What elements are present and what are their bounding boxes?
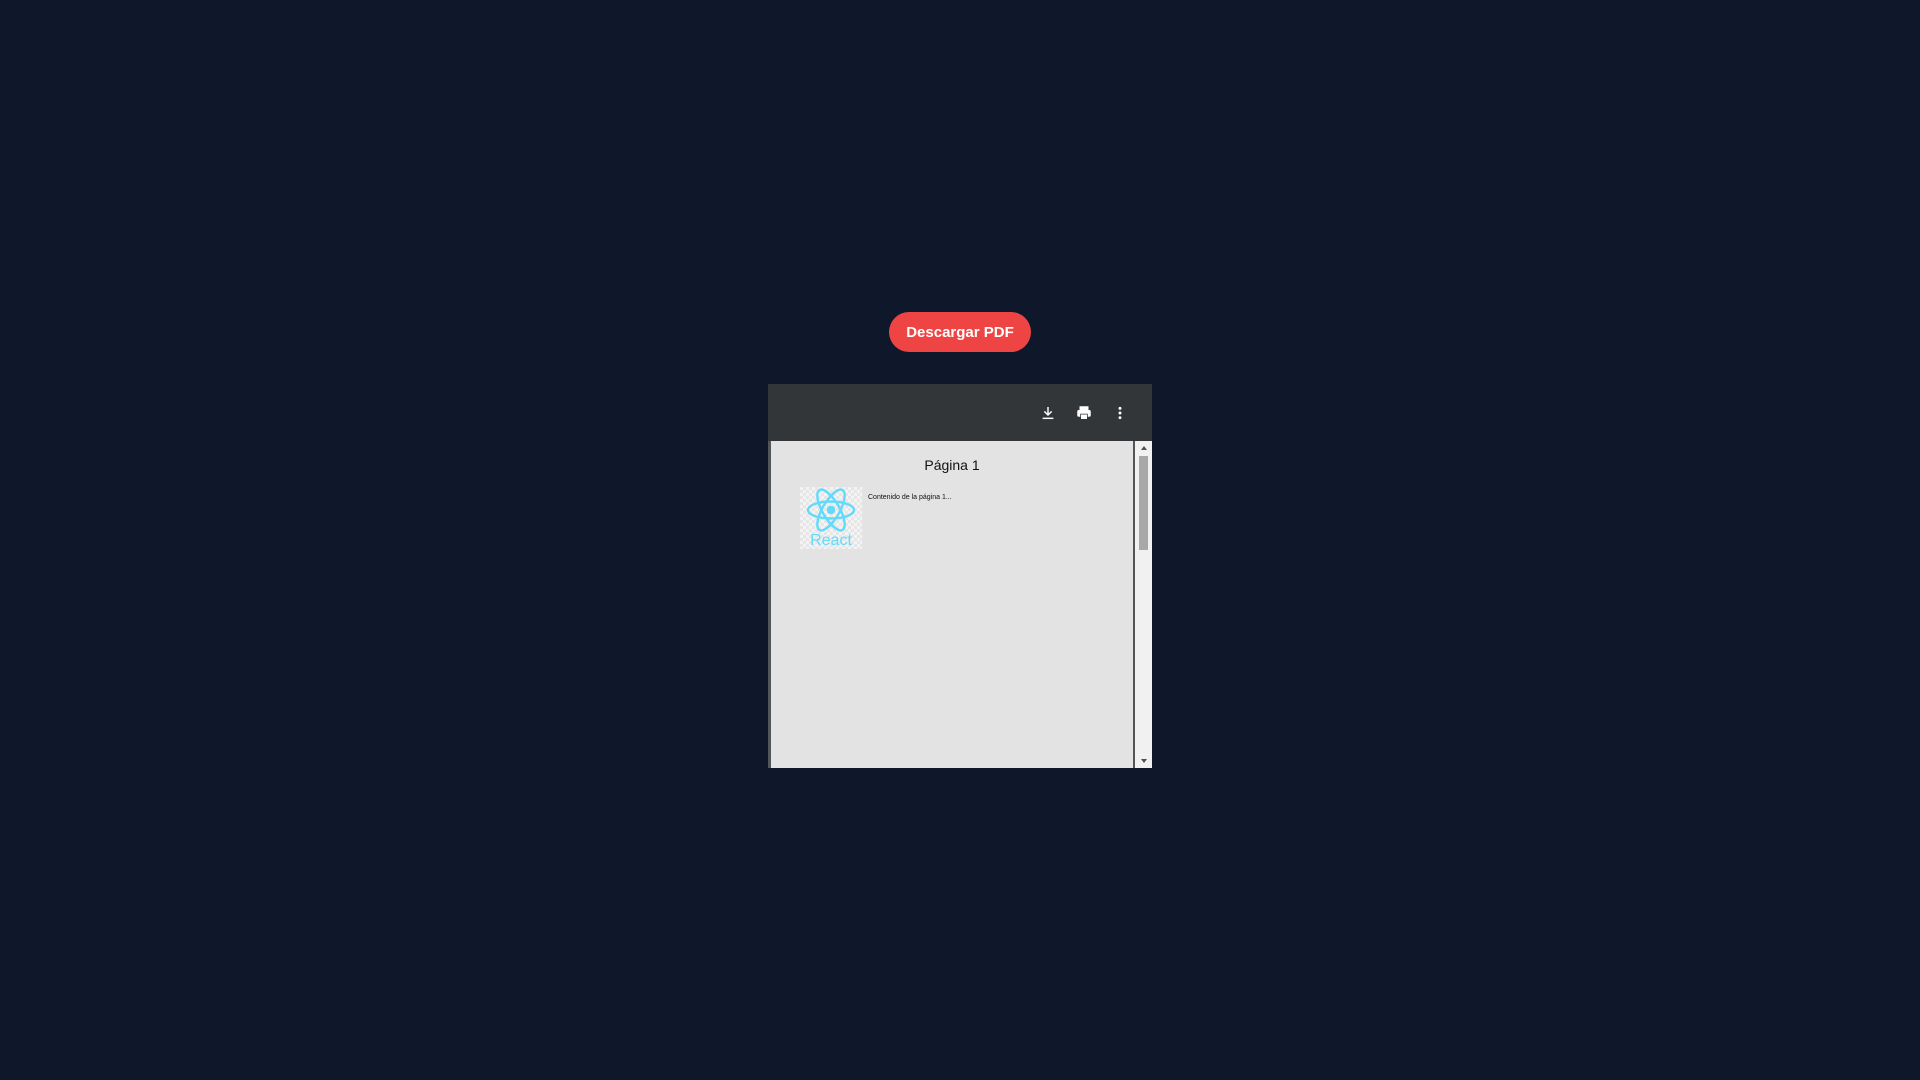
page-title: Página 1 bbox=[924, 457, 980, 473]
scroll-down-arrow-icon[interactable] bbox=[1135, 754, 1152, 768]
scrollbar[interactable] bbox=[1135, 441, 1152, 768]
scroll-thumb[interactable] bbox=[1139, 456, 1148, 550]
pdf-toolbar bbox=[768, 384, 1152, 441]
scroll-up-arrow-icon[interactable] bbox=[1135, 441, 1152, 455]
print-icon[interactable] bbox=[1070, 399, 1098, 427]
page-content: Contenido de la página 1... bbox=[868, 494, 952, 501]
pdf-page: Página 1 React Contenido de la página 1.… bbox=[771, 441, 1133, 768]
download-icon[interactable] bbox=[1034, 399, 1062, 427]
more-vert-icon[interactable] bbox=[1106, 399, 1134, 427]
react-logo-image: React bbox=[800, 487, 862, 549]
download-pdf-button[interactable]: Descargar PDF bbox=[889, 312, 1031, 352]
react-logo-text: React bbox=[810, 532, 852, 549]
pdf-viewer: Página 1 React Contenido de la página 1.… bbox=[768, 384, 1152, 768]
